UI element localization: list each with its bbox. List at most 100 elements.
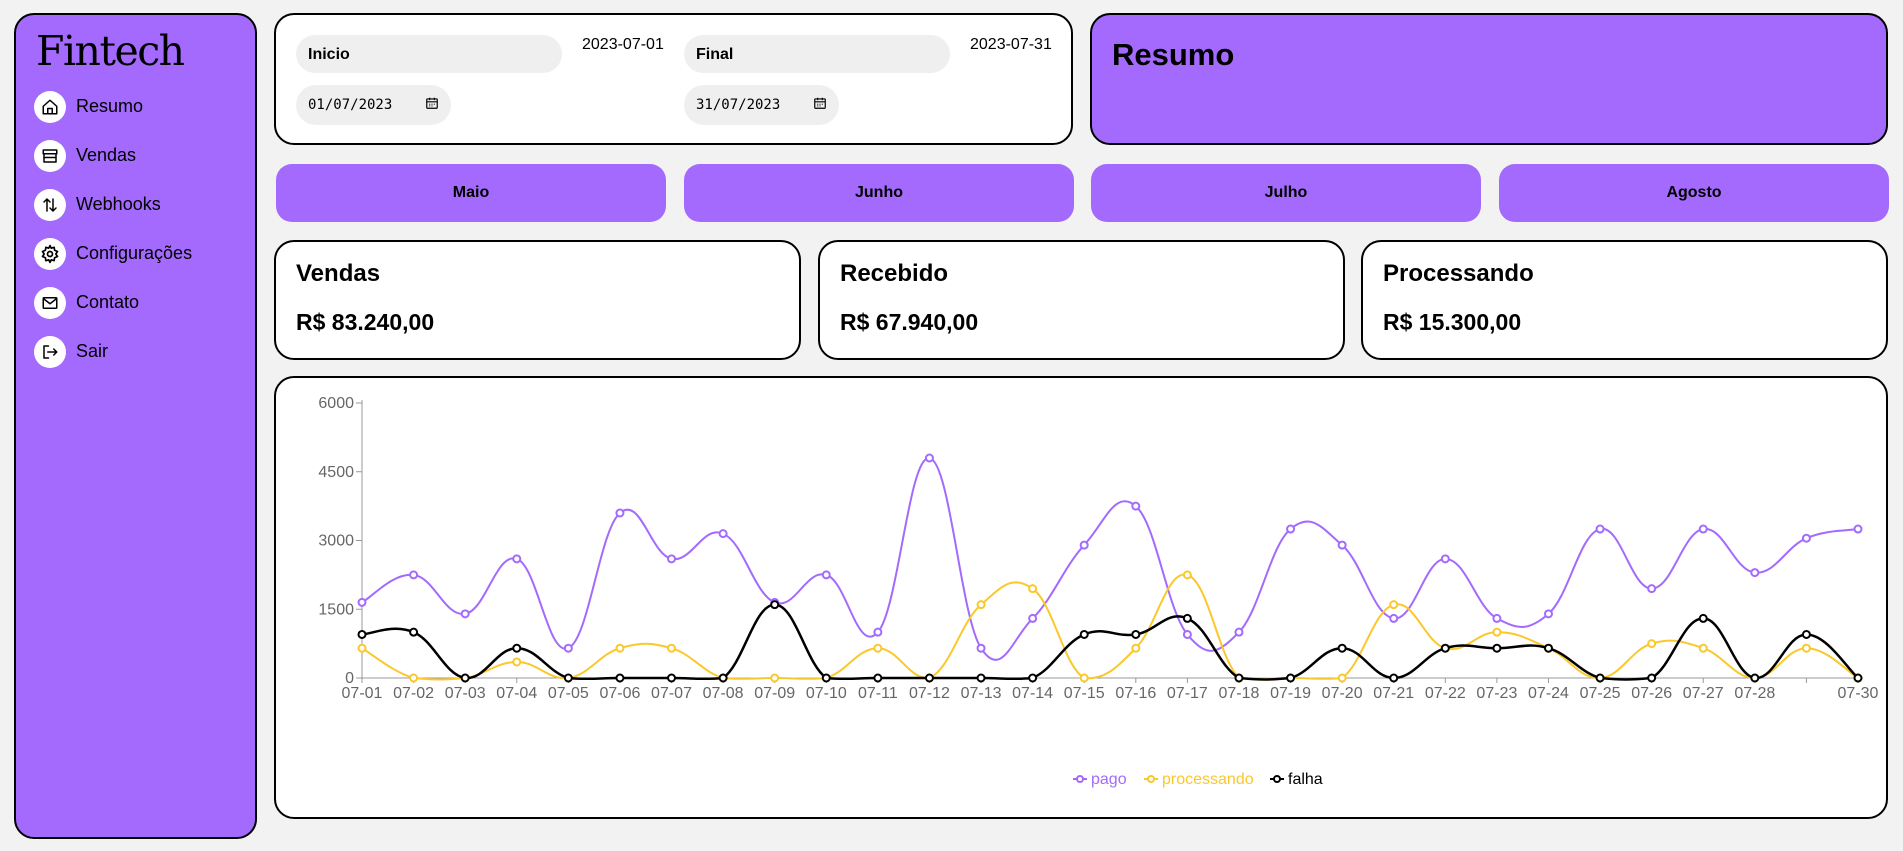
data-point-falha [873, 673, 883, 683]
sidebar-item-sair[interactable]: Sair [34, 335, 237, 368]
data-point-processando [667, 643, 677, 653]
data-point-processando [1492, 627, 1502, 637]
x-tick-label: 07-19 [1270, 685, 1311, 702]
home-icon [34, 90, 66, 123]
data-point-pago [512, 554, 522, 564]
sidebar-item-resumo[interactable]: Resumo [34, 90, 237, 123]
legend-marker-processando [1147, 775, 1155, 783]
x-tick-label: 07-20 [1322, 685, 1363, 702]
end-date-group: Final 31/07/2023 [684, 35, 950, 125]
data-point-pago [1492, 613, 1502, 623]
data-point-pago [409, 570, 419, 580]
data-point-falha [615, 673, 625, 683]
data-point-processando [615, 643, 625, 653]
data-point-pago [821, 570, 831, 580]
data-point-pago [563, 643, 573, 653]
y-tick-label: 1500 [318, 601, 354, 618]
x-tick-label: 07-08 [703, 685, 744, 702]
start-date-group: Inicio 01/07/2023 [296, 35, 562, 125]
stat-value: R$ 67.940,00 [840, 309, 979, 335]
x-tick-label: 07-21 [1373, 685, 1414, 702]
data-point-pago [1079, 540, 1089, 550]
start-date-label: Inicio [296, 35, 562, 73]
data-point-pago [1028, 613, 1038, 623]
end-date-label: Final [684, 35, 950, 73]
data-point-pago [924, 453, 934, 463]
data-point-processando [409, 673, 419, 683]
data-point-pago [976, 643, 986, 653]
series-line-pago [361, 457, 1859, 661]
data-point-processando [873, 643, 883, 653]
sidebar-item-configuracoes[interactable]: Configurações [34, 237, 237, 270]
page-title: Resumo [1112, 37, 1235, 72]
data-point-pago [1440, 554, 1450, 564]
data-point-falha [1286, 673, 1296, 683]
stat-title: Recebido [840, 260, 949, 287]
data-point-falha [460, 673, 470, 683]
y-tick-label: 6000 [318, 395, 354, 412]
data-point-falha [1440, 643, 1450, 653]
data-point-falha [1801, 629, 1811, 639]
data-point-processando [1131, 643, 1141, 653]
data-point-pago [357, 597, 367, 607]
sales-chart-card: 0 1500 3000 4500 6000 07-01 07-02 07-03 07-04 07-… [274, 376, 1888, 819]
data-point-processando [1028, 584, 1038, 594]
data-point-processando [976, 600, 986, 610]
data-point-falha [1079, 629, 1089, 639]
end-date-input[interactable]: 31/07/2023 [684, 85, 839, 125]
data-point-processando [1801, 643, 1811, 653]
month-button-agosto[interactable]: Agosto [1499, 164, 1889, 222]
sidebar-item-webhooks[interactable]: Webhooks [34, 188, 237, 221]
stat-card-recebido: Recebido R$ 67.940,00 [818, 240, 1345, 360]
data-point-processando [770, 673, 780, 683]
x-tick-label: 07-12 [909, 685, 950, 702]
data-point-pago [615, 508, 625, 518]
x-tick-label: 07-18 [1219, 685, 1260, 702]
data-point-falha [563, 673, 573, 683]
mail-icon [34, 286, 66, 319]
x-tick-label: 07-28 [1734, 685, 1775, 702]
start-date-input[interactable]: 01/07/2023 [296, 85, 451, 125]
sidebar-item-label: Webhooks [76, 194, 161, 214]
x-tick-label: 07-02 [393, 685, 434, 702]
x-tick-label: 07-13 [961, 685, 1002, 702]
data-point-pago [718, 529, 728, 539]
legend-marker-falha [1273, 775, 1281, 783]
series-line-processando [361, 573, 1859, 681]
y-tick-label: 3000 [318, 533, 354, 550]
calendar-icon[interactable] [425, 96, 439, 114]
stat-card-processando: Processando R$ 15.300,00 [1361, 240, 1888, 360]
data-point-falha [1750, 673, 1760, 683]
data-point-pago [1234, 627, 1244, 637]
data-point-processando [1182, 570, 1192, 580]
data-point-falha [1595, 673, 1605, 683]
calendar-icon[interactable] [813, 96, 827, 114]
month-button-julho[interactable]: Julho [1091, 164, 1481, 222]
sidebar-item-vendas[interactable]: Vendas [34, 139, 237, 172]
stat-title: Processando [1383, 260, 1534, 287]
x-tick-label: 07-03 [445, 685, 486, 702]
data-point-pago [1337, 540, 1347, 550]
sidebar-item-contato[interactable]: Contato [34, 286, 237, 319]
sales-line-chart: 0150030004500600007-01 07-02 07-03 07-04 07-… [318, 395, 1878, 788]
data-point-processando [1698, 643, 1708, 653]
data-point-falha [924, 673, 934, 683]
data-point-falha [718, 673, 728, 683]
x-tick-label: 07-22 [1425, 685, 1466, 702]
data-point-pago [1595, 524, 1605, 534]
month-button-maio[interactable]: Maio [276, 164, 666, 222]
data-point-pago [1182, 629, 1192, 639]
x-tick-label: 07-17 [1167, 685, 1208, 702]
summary-header-card: Resumo [1090, 13, 1888, 145]
data-point-pago [460, 609, 470, 619]
x-tick-label: 07-25 [1580, 685, 1621, 702]
x-tick-label: 07-26 [1631, 685, 1672, 702]
data-point-falha [1337, 643, 1347, 653]
sidebar-item-label: Vendas [76, 145, 137, 165]
sidebar: Fintech Resumo Vendas Webhooks Configura… [14, 13, 257, 839]
legend-label-pago: pago [1091, 771, 1127, 788]
sidebar-item-label: Sair [76, 341, 109, 361]
x-tick-label: 07-11 [858, 685, 898, 702]
data-point-falha [976, 673, 986, 683]
month-button-junho[interactable]: Junho [684, 164, 1074, 222]
